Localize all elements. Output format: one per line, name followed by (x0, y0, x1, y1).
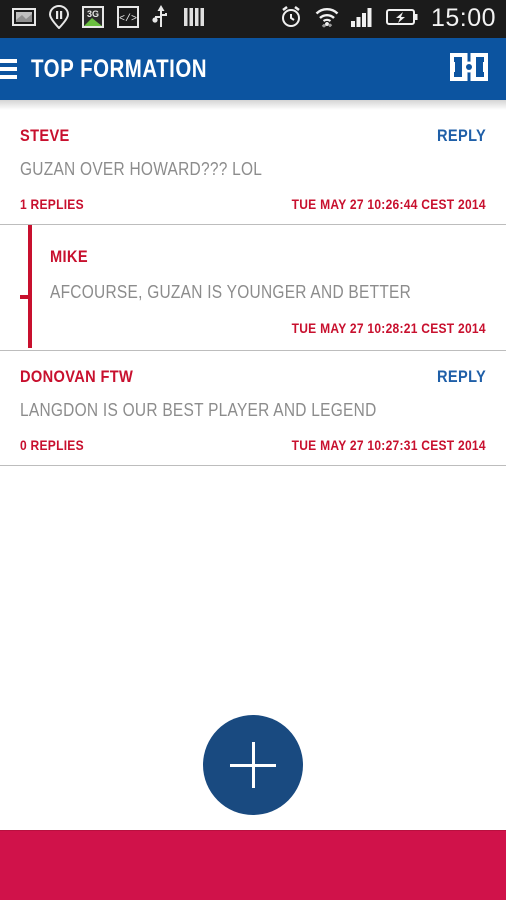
plus-icon-vertical (251, 742, 255, 788)
soccer-pitch-icon[interactable] (450, 52, 488, 86)
list-divider (0, 465, 506, 466)
add-post-fab[interactable] (203, 715, 303, 815)
reply-body: AFCOURSE, GUZAN IS YOUNGER AND BETTER (50, 282, 412, 302)
thread-list[interactable]: STEVE REPLY GUZAN OVER HOWARD??? LOL 1 R… (0, 110, 506, 466)
code-icon: </> (117, 5, 139, 33)
pause-location-icon (48, 4, 70, 34)
post-author: DONOVAN FTW (20, 367, 134, 386)
reply-thread-rail (28, 225, 32, 348)
page-title: TOP FORMATION (31, 54, 208, 83)
status-bar-left-icons: 3G </> (12, 4, 218, 34)
post-body: LANGDON IS OUR BEST PLAYER AND LEGEND (20, 400, 377, 420)
reply-button[interactable]: REPLY (437, 367, 486, 387)
screenshot-icon (12, 7, 36, 32)
post-footer: 0 REPLIES TUE MAY 27 10:27:31 CEST 2014 (20, 437, 486, 453)
post-header: DONOVAN FTW REPLY (20, 367, 486, 387)
app-bar: TOP FORMATION (0, 38, 506, 100)
app-root: 3G </> 15:00 TOP FORMATION STEVE REPLY G… (0, 0, 506, 900)
post-item[interactable]: STEVE REPLY GUZAN OVER HOWARD??? LOL 1 R… (0, 110, 506, 224)
reply-thread-tick (20, 295, 30, 299)
3g-icon: 3G (82, 5, 104, 33)
reply-author: MIKE (50, 247, 88, 266)
post-timestamp: TUE MAY 27 10:27:31 CEST 2014 (291, 437, 486, 453)
signal-bars-icon (183, 7, 205, 32)
status-bar-clock: 15:00 (430, 3, 496, 32)
svg-text:</>: </> (119, 13, 137, 25)
status-bar-right-icons: 15:00 (268, 5, 496, 34)
post-author: STEVE (20, 126, 70, 145)
replies-count[interactable]: 0 REPLIES (20, 437, 84, 453)
post-footer: 1 REPLIES TUE MAY 27 10:26:44 CEST 2014 (20, 196, 486, 212)
reply-item[interactable]: MIKE AFCOURSE, GUZAN IS YOUNGER AND BETT… (0, 225, 506, 350)
svg-text:3G: 3G (87, 9, 99, 19)
alarm-icon (279, 5, 303, 34)
replies-count[interactable]: 1 REPLIES (20, 196, 84, 212)
android-status-bar: 3G </> 15:00 (0, 0, 506, 38)
reply-button[interactable]: REPLY (437, 126, 486, 146)
usb-icon (152, 4, 170, 34)
reply-content: MIKE AFCOURSE, GUZAN IS YOUNGER AND BETT… (0, 225, 506, 350)
post-body: GUZAN OVER HOWARD??? LOL (20, 159, 263, 179)
bottom-banner[interactable] (0, 830, 506, 900)
cellular-signal-icon (350, 7, 375, 32)
hamburger-icon[interactable] (0, 59, 17, 79)
reply-timestamp: TUE MAY 27 10:28:21 CEST 2014 (291, 320, 486, 336)
battery-charging-icon (385, 8, 418, 31)
app-bar-shadow (0, 100, 506, 110)
bottom-banner-top-edge (0, 830, 506, 831)
wifi-icon (314, 6, 340, 33)
post-timestamp: TUE MAY 27 10:26:44 CEST 2014 (291, 196, 486, 212)
post-item[interactable]: DONOVAN FTW REPLY LANGDON IS OUR BEST PL… (0, 351, 506, 465)
reply-footer: TUE MAY 27 10:28:21 CEST 2014 (50, 320, 486, 336)
post-header: STEVE REPLY (20, 126, 486, 146)
